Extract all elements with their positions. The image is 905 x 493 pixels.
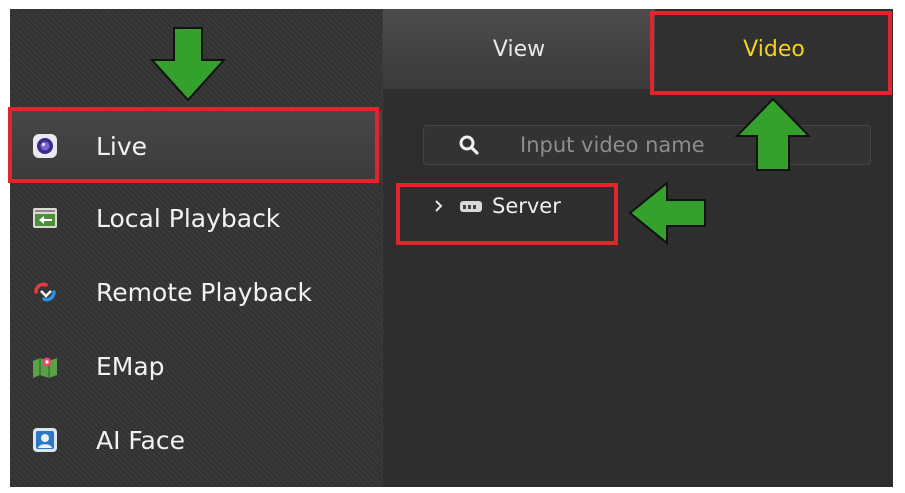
sidebar-item-label: EMap xyxy=(96,351,165,381)
sidebar-item-remote-playback[interactable]: Remote Playback xyxy=(10,257,382,327)
search-icon[interactable] xyxy=(458,134,480,156)
emap-icon xyxy=(32,353,58,379)
sidebar-item-label: Local Playback xyxy=(96,203,281,233)
server-icon xyxy=(458,197,484,215)
sidebar-item-ai-face[interactable]: AI Face xyxy=(10,405,382,475)
chevron-right-icon[interactable] xyxy=(433,197,445,215)
remote-playback-icon xyxy=(32,279,58,305)
search-input[interactable] xyxy=(520,129,850,161)
ai-face-icon xyxy=(32,427,58,453)
app-window: Live Local Playback Remote Playback EMap… xyxy=(10,9,893,487)
sidebar-item-label: Live xyxy=(96,131,148,161)
sidebar-item-emap[interactable]: EMap xyxy=(10,331,382,401)
tab-video[interactable]: Video xyxy=(655,9,893,89)
resource-panel: View Video Input video name Server xyxy=(383,9,893,487)
sidebar-item-live[interactable]: Live xyxy=(10,111,382,181)
sidebar-item-local-playback[interactable]: Local Playback xyxy=(10,183,382,253)
tab-view[interactable]: View xyxy=(383,9,655,89)
sidebar: Live Local Playback Remote Playback EMap… xyxy=(10,9,383,487)
tree-item-server[interactable]: Server xyxy=(403,185,603,229)
sidebar-item-label: Remote Playback xyxy=(96,277,312,307)
search-box xyxy=(423,125,871,165)
sidebar-item-label: AI Face xyxy=(96,425,185,455)
live-camera-icon xyxy=(32,133,58,159)
tree-item-label: Server xyxy=(492,194,561,218)
local-playback-icon xyxy=(32,205,58,231)
